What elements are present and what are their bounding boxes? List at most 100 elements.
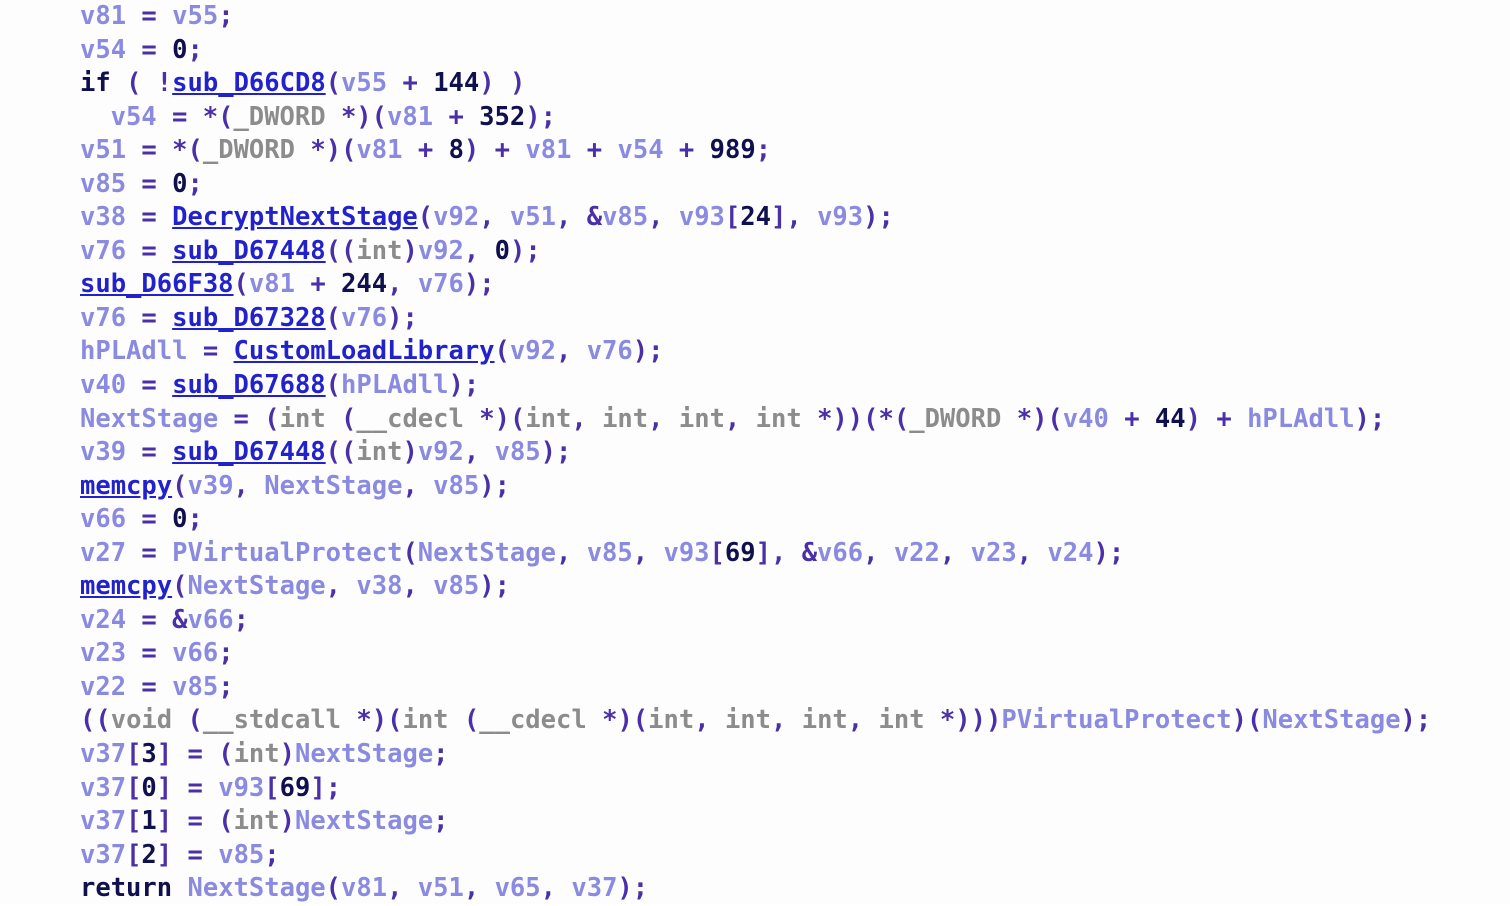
code-token: 352 <box>479 101 526 132</box>
code-line[interactable]: memcpy(v39, NextStage, v85); <box>0 470 1510 504</box>
code-token: , <box>724 403 741 434</box>
code-token: 144 <box>433 68 480 99</box>
code-line[interactable]: v24 = &v66; <box>0 604 1510 638</box>
code-token: ; <box>187 168 203 199</box>
code-line[interactable]: hPLAdll = CustomLoadLibrary(v92, v76); <box>0 335 1510 369</box>
code-line[interactable]: v27 = PVirtualProtect(NextStage, v85, v9… <box>0 537 1510 571</box>
code-line[interactable]: v76 = sub_D67328(v76); <box>0 302 1510 336</box>
code-token: 8 <box>448 135 464 166</box>
code-line[interactable]: v85 = 0; <box>0 168 1510 202</box>
code-line[interactable]: v66 = 0; <box>0 503 1510 537</box>
code-token: ; <box>1369 403 1386 434</box>
code-token: v55 <box>341 68 388 99</box>
code-token: ( <box>80 705 96 736</box>
code-token: 989 <box>709 135 756 166</box>
code-line[interactable]: v37[0] = v93[69]; <box>0 772 1510 806</box>
code-token: ) <box>1093 537 1109 568</box>
code-token: 24 <box>740 202 771 233</box>
code-token: = <box>141 638 157 669</box>
code-token: v37 <box>571 873 618 904</box>
code-token: ; <box>755 135 772 166</box>
code-line[interactable]: v39 = sub_D67448((int)v92, v85); <box>0 436 1510 470</box>
code-line[interactable]: v38 = DecryptNextStage(v92, v51, &v85, v… <box>0 201 1510 235</box>
code-line[interactable]: v40 = sub_D67688(hPLAdll); <box>0 369 1510 403</box>
code-token: v81 <box>80 1 127 31</box>
code-token: ] <box>156 806 173 837</box>
code-token: v37 <box>80 739 127 770</box>
code-token: ( <box>1047 403 1063 434</box>
code-token: v85 <box>80 168 127 199</box>
code-token: = <box>187 739 203 770</box>
code-line[interactable]: ((void (__stdcall *)(int (__cdecl *)(int… <box>0 704 1510 738</box>
code-token: NextStage <box>80 403 219 434</box>
code-line[interactable]: v76 = sub_D67448((int)v92, 0); <box>0 235 1510 269</box>
code-token: int <box>525 403 572 434</box>
code-token: = <box>202 336 219 367</box>
code-token: ; <box>325 772 342 803</box>
code-token: v37 <box>80 772 127 803</box>
code-line[interactable]: NextStage = (int (__cdecl *)(int, int, i… <box>0 403 1510 437</box>
code-token: 69 <box>724 537 756 568</box>
code-token: ! <box>156 68 173 99</box>
code-token: ) <box>863 202 879 233</box>
code-line[interactable]: memcpy(NextStage, v38, v85); <box>0 570 1510 604</box>
code-line[interactable]: v37[1] = (int)NextStage; <box>0 805 1510 839</box>
code-token: v65 <box>494 873 541 904</box>
code-token: sub_D66CD8 <box>172 68 326 99</box>
code-token: PVirtualProtect <box>1001 705 1232 736</box>
code-line[interactable]: v54 = 0; <box>0 34 1510 68</box>
code-token: , <box>540 873 556 904</box>
code-token: ) <box>356 101 372 132</box>
code-token: v66 <box>172 638 219 669</box>
code-token: v38 <box>356 571 403 602</box>
code-token: ) <box>540 437 557 468</box>
code-token: = <box>172 101 188 132</box>
code-token: , <box>402 470 418 501</box>
code-token: v39 <box>187 470 234 501</box>
code-token: v54 <box>617 135 664 166</box>
code-line[interactable]: v37[2] = v85; <box>0 839 1510 873</box>
code-token: ( <box>233 269 249 300</box>
code-token: v76 <box>80 302 127 333</box>
code-token: int <box>602 403 649 434</box>
code-token: v66 <box>80 504 127 535</box>
code-token: ) <box>448 370 464 401</box>
code-token: ; <box>433 739 449 770</box>
code-token: __stdcall <box>202 705 342 736</box>
code-token: ( <box>218 739 234 770</box>
code-line[interactable]: if ( !sub_D66CD8(v55 + 144) ) <box>0 67 1510 101</box>
code-token: ] <box>755 537 771 568</box>
code-line[interactable]: v81 = v55; <box>0 0 1510 34</box>
code-line[interactable]: v54 = *(_DWORD *)(v81 + 352); <box>0 101 1510 135</box>
code-token: int <box>678 403 725 434</box>
code-token: int <box>233 739 280 770</box>
code-token: int <box>878 705 925 736</box>
code-token: int <box>279 403 326 434</box>
code-line[interactable]: v37[3] = (int)NextStage; <box>0 738 1510 772</box>
code-token: ; <box>463 370 480 401</box>
code-token: ; <box>648 336 664 367</box>
pseudocode-view[interactable]: v81 = v55; v54 = 0; if ( !sub_D66CD8(v55 +… <box>0 0 1510 904</box>
code-token: 1 <box>141 806 157 837</box>
code-token: ( <box>509 403 526 434</box>
code-line[interactable]: v51 = *(_DWORD *)(v81 + 8) + v81 + v54 +… <box>0 134 1510 168</box>
code-token: v85 <box>494 437 541 468</box>
code-line[interactable]: v22 = v85; <box>0 671 1510 705</box>
code-token: ( <box>187 135 203 166</box>
code-token: ( <box>371 101 388 132</box>
code-token: ) <box>617 705 633 736</box>
code-token: CustomLoadLibrary <box>233 336 495 367</box>
code-line[interactable]: v23 = v66; <box>0 637 1510 671</box>
code-token: ; <box>525 235 541 266</box>
code-token: ; <box>632 873 649 904</box>
code-token: [ <box>126 839 142 870</box>
code-line[interactable]: return NextStage(v81, v51, v65, v37); <box>0 872 1510 906</box>
code-token: + <box>1124 403 1140 434</box>
code-line[interactable]: sub_D66F38(v81 + 244, v76); <box>0 268 1510 302</box>
code-token: + <box>402 68 418 99</box>
code-token: + <box>310 269 326 300</box>
code-token: = <box>141 302 157 333</box>
code-token: ( <box>325 235 342 266</box>
code-token: 69 <box>279 772 311 803</box>
code-token: + <box>448 101 464 132</box>
